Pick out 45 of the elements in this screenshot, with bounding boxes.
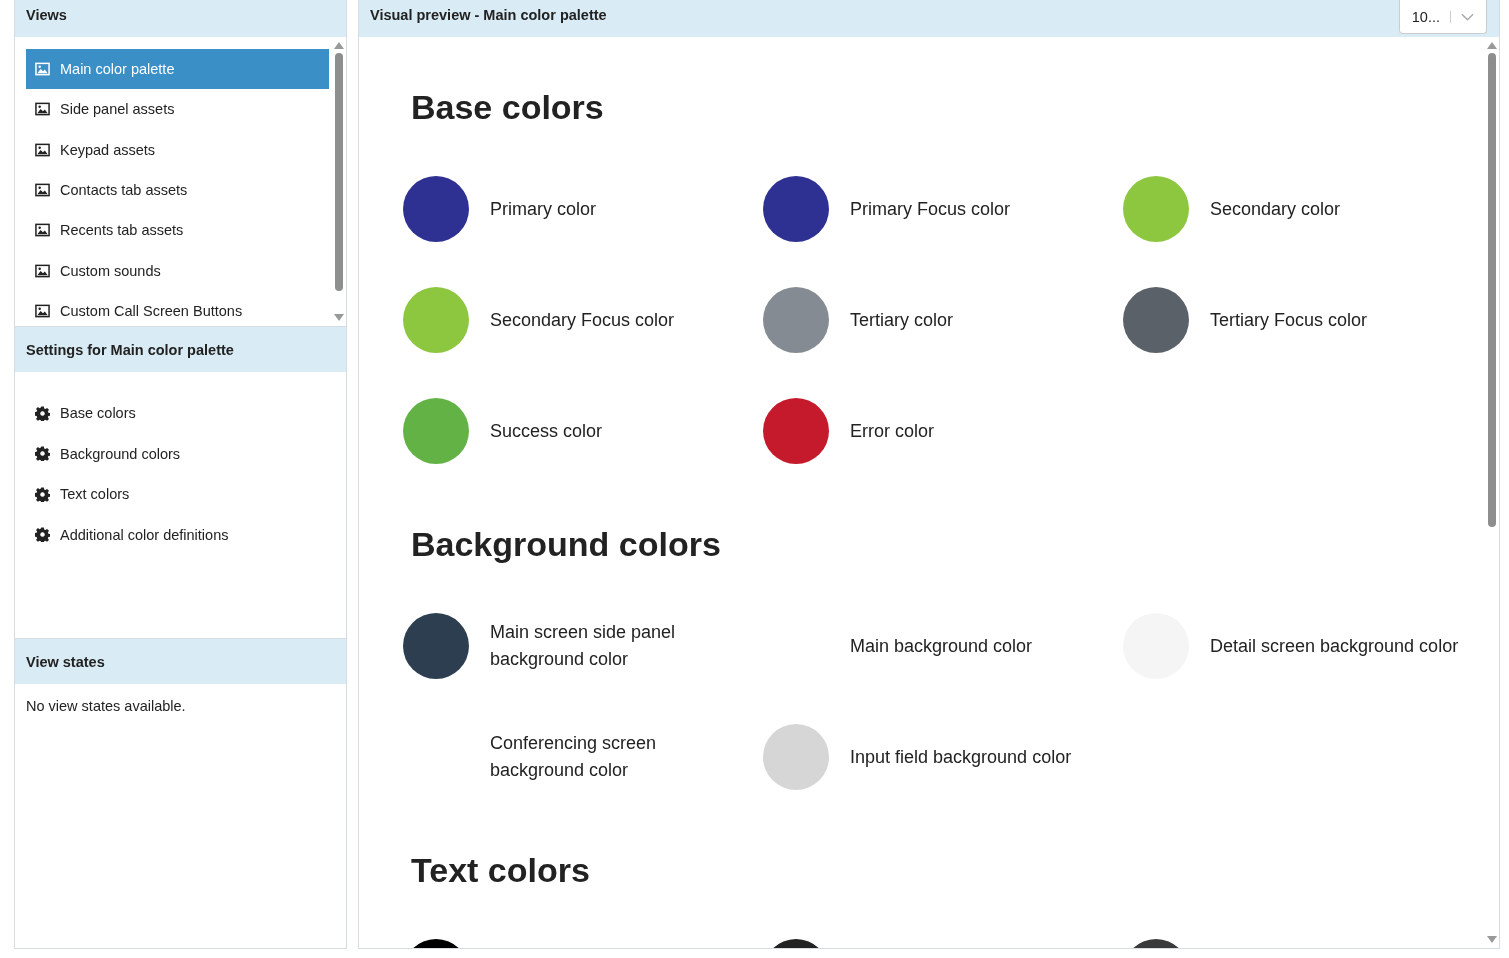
image-icon: [35, 183, 50, 198]
gear-icon: [35, 527, 50, 543]
settings-list-item[interactable]: Text colors: [26, 474, 335, 515]
view-list-item[interactable]: Custom sounds: [26, 250, 329, 291]
image-icon: [35, 62, 50, 77]
image-icon: [35, 263, 50, 278]
settings-list-item[interactable]: Additional color definitions: [26, 514, 335, 555]
swatch-label: Main background color: [850, 634, 1033, 658]
swatch-label: Error color: [850, 419, 934, 443]
panel-header: Settings for Main color palette: [15, 327, 346, 372]
view-list-item[interactable]: Keypad assets: [26, 129, 329, 170]
section-heading: Background colors: [411, 524, 722, 564]
swatch-label: Tertiary color: [850, 308, 954, 332]
image-icon: [35, 102, 50, 117]
image-icon: [35, 142, 50, 157]
section-heading: Text colors: [411, 850, 591, 890]
gear-icon: [35, 446, 50, 462]
empty-message: No view states available.: [26, 698, 187, 714]
panel-header: Visual preview - Main color palette: [369, 6, 608, 23]
view-list-item[interactable]: Recents tab assets: [26, 210, 329, 251]
gear-icon: [35, 486, 50, 502]
swatch-label: Secondary color: [1210, 197, 1341, 221]
settings-list-item[interactable]: Background colors: [26, 433, 335, 474]
swatch-label: Main screen side panel background color: [490, 621, 677, 671]
view-list-item[interactable]: Custom Call Screen Buttons: [26, 290, 329, 326]
section-heading: Base colors: [411, 87, 605, 127]
panel-header: View states: [15, 639, 346, 684]
panel-header: Views: [15, 0, 346, 37]
swatch-label: Input field background color: [850, 745, 1072, 769]
view-list-item[interactable]: Side panel assets: [26, 89, 329, 130]
chevron-down-icon: [1461, 12, 1474, 21]
settings-list-item[interactable]: Base colors: [26, 393, 335, 434]
swatch-label: Primary Focus color: [850, 197, 1011, 221]
swatch-label: Detail screen background color: [1210, 634, 1459, 658]
swatch-label: Tertiary Focus color: [1210, 308, 1368, 332]
image-icon: [35, 303, 50, 318]
image-icon: [35, 223, 50, 238]
view-list-item[interactable]: Contacts tab assets: [26, 169, 329, 211]
zoom-dropdown[interactable]: 10...: [1398, 0, 1487, 34]
swatch-label: Primary color: [490, 197, 596, 221]
swatch-label: Secondary Focus color: [490, 308, 675, 332]
view-list-item[interactable]: Main color palette: [26, 49, 329, 90]
gear-icon: [35, 405, 50, 421]
swatch-label: Conferencing screen background color: [490, 732, 658, 782]
swatch-label: Success color: [490, 419, 603, 443]
